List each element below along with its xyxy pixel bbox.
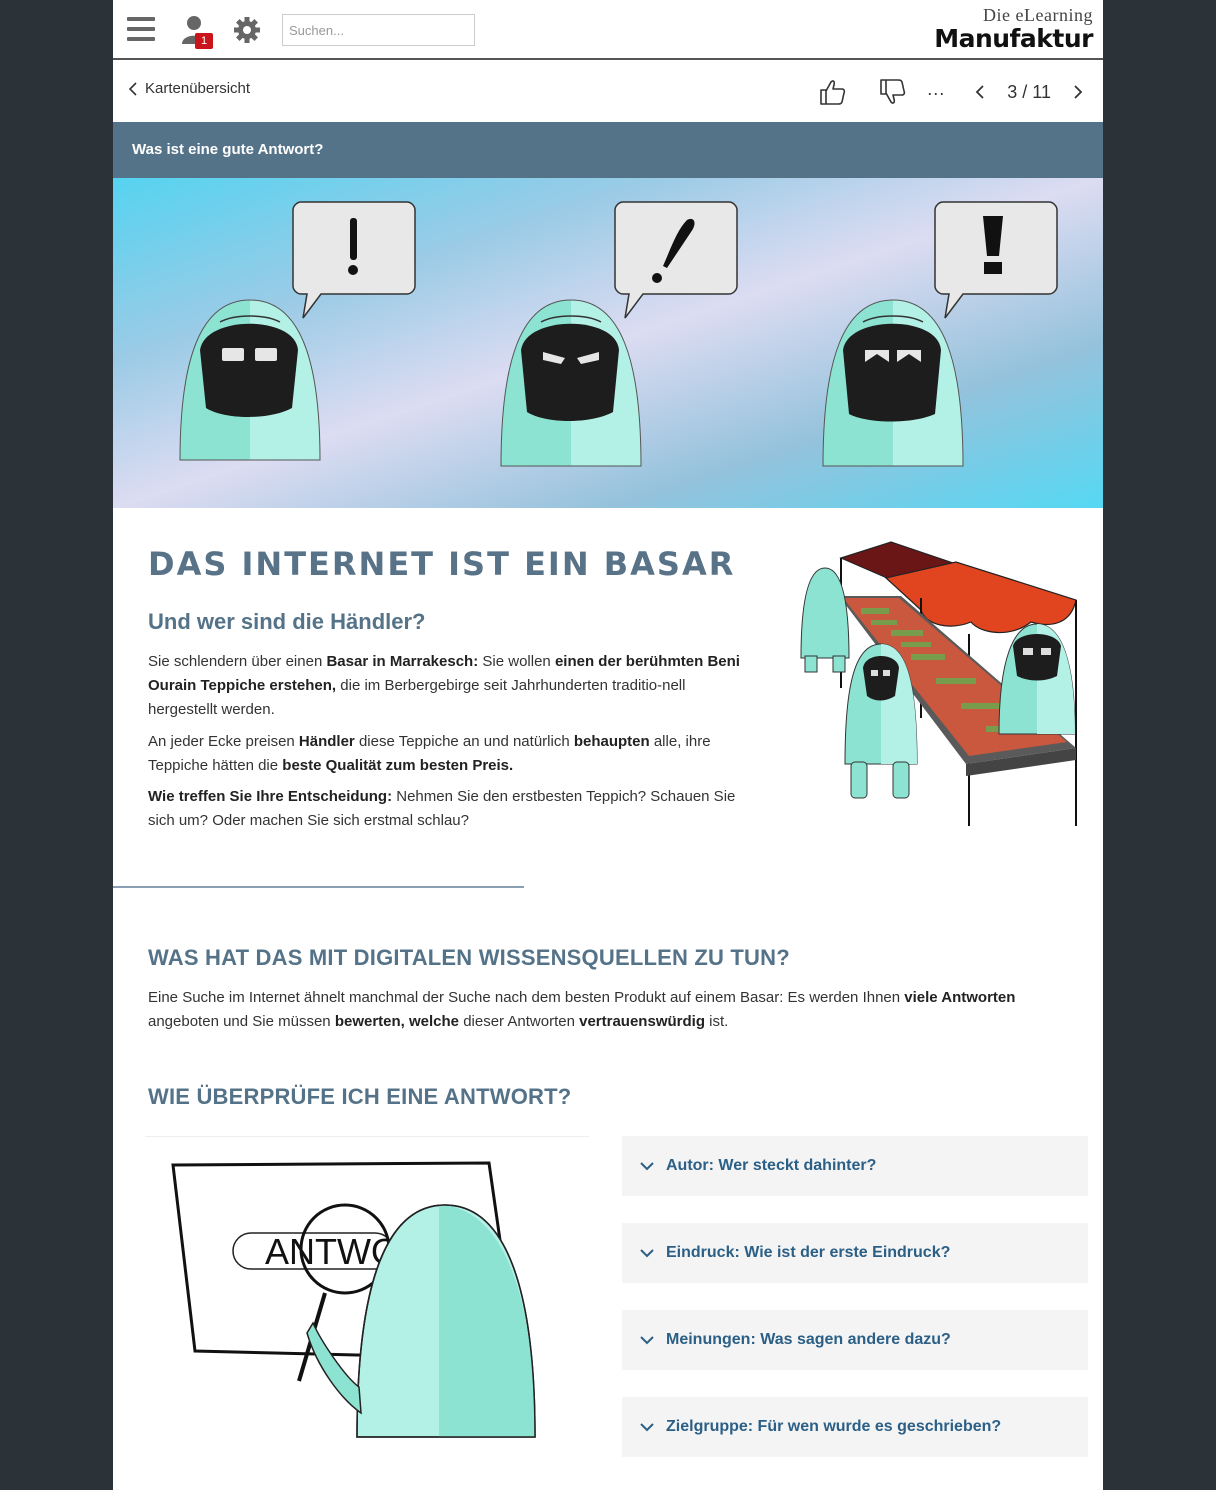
more-options-button[interactable]: ...: [927, 80, 945, 100]
paragraph-2: An jeder Ecke preisen Händler diese Tepp…: [148, 733, 711, 774]
section-heading-check: WIE ÜBERPRÜFE ICH EINE ANTWORT?: [148, 1084, 572, 1109]
chevron-down-icon: [640, 1161, 654, 1170]
chevron-left-icon: [129, 81, 137, 96]
hero-illustration: [113, 178, 1103, 508]
card-counter: 3 / 11: [1007, 81, 1051, 102]
menu-icon[interactable]: [127, 17, 155, 41]
card-title: Was ist eine gute Antwort?: [132, 141, 324, 158]
chevron-down-icon: [640, 1422, 654, 1431]
bazaar-illustration: [781, 538, 1081, 838]
logo[interactable]: Die eLearning Manufaktur: [934, 5, 1093, 53]
card-nav-controls: ... 3 / 11: [819, 76, 1083, 108]
section-divider: [113, 886, 524, 888]
back-to-overview-link[interactable]: Kartenübersicht: [129, 80, 250, 97]
paragraph-4: Eine Suche im Internet ähnelt manchmal d…: [148, 989, 1016, 1030]
accordion-label: Zielgruppe: Für wen wurde es geschrieben…: [666, 1418, 1002, 1435]
chevron-down-icon: [640, 1335, 654, 1344]
magnifier-illustration: ANTWO: [145, 1136, 589, 1460]
subheading: Und wer sind die Händler?: [148, 609, 426, 634]
logo-tagline: Die eLearning: [983, 5, 1093, 25]
chevron-right-icon: [1074, 85, 1083, 99]
logo-wordmark: Manufaktur: [934, 24, 1093, 53]
previous-card-button[interactable]: [975, 84, 985, 100]
accordion-label: Autor: Wer steckt dahinter?: [666, 1157, 877, 1174]
section-heading-sources: WAS HAT DAS MIT DIGITALEN WISSENSQUELLEN…: [148, 945, 790, 970]
thumbs-up-icon: [820, 80, 846, 105]
accordion-audience[interactable]: Zielgruppe: Für wen wurde es geschrieben…: [622, 1397, 1088, 1457]
thumbs-down-icon: [880, 79, 906, 104]
thumbs-up-button[interactable]: [819, 78, 847, 106]
accordion-impression[interactable]: Eindruck: Wie ist der erste Eindruck?: [622, 1223, 1088, 1283]
back-link-label: Kartenübersicht: [145, 80, 251, 97]
main-heading: DAS INTERNET IST EIN BASAR: [148, 545, 736, 583]
paragraph-3: Wie treffen Sie Ihre Entscheidung: Nehme…: [148, 788, 736, 829]
next-card-button[interactable]: [1073, 84, 1083, 100]
accordion-opinions[interactable]: Meinungen: Was sagen andere dazu?: [622, 1310, 1088, 1370]
accordion-label: Meinungen: Was sagen andere dazu?: [666, 1331, 951, 1348]
paragraph-1: Sie schlendern über einen Basar in Marra…: [148, 653, 740, 718]
chevron-left-icon: [976, 85, 984, 99]
chevron-down-icon: [640, 1248, 654, 1257]
card-title-bar: Was ist eine gute Antwort?: [113, 122, 1103, 178]
card-page: 1 Die eLearning Manufaktur: [113, 0, 1103, 1490]
gear-icon[interactable]: [233, 16, 261, 44]
thumbs-down-button[interactable]: [879, 78, 907, 106]
search-input[interactable]: [282, 14, 475, 46]
accordion-author[interactable]: Autor: Wer steckt dahinter?: [622, 1136, 1088, 1196]
card-navigation: Kartenübersicht ... 3 / 11: [113, 62, 1103, 122]
accordion-label: Eindruck: Wie ist der erste Eindruck?: [666, 1244, 951, 1261]
notification-badge[interactable]: 1: [195, 33, 213, 49]
top-bar: 1 Die eLearning Manufaktur: [113, 0, 1103, 60]
